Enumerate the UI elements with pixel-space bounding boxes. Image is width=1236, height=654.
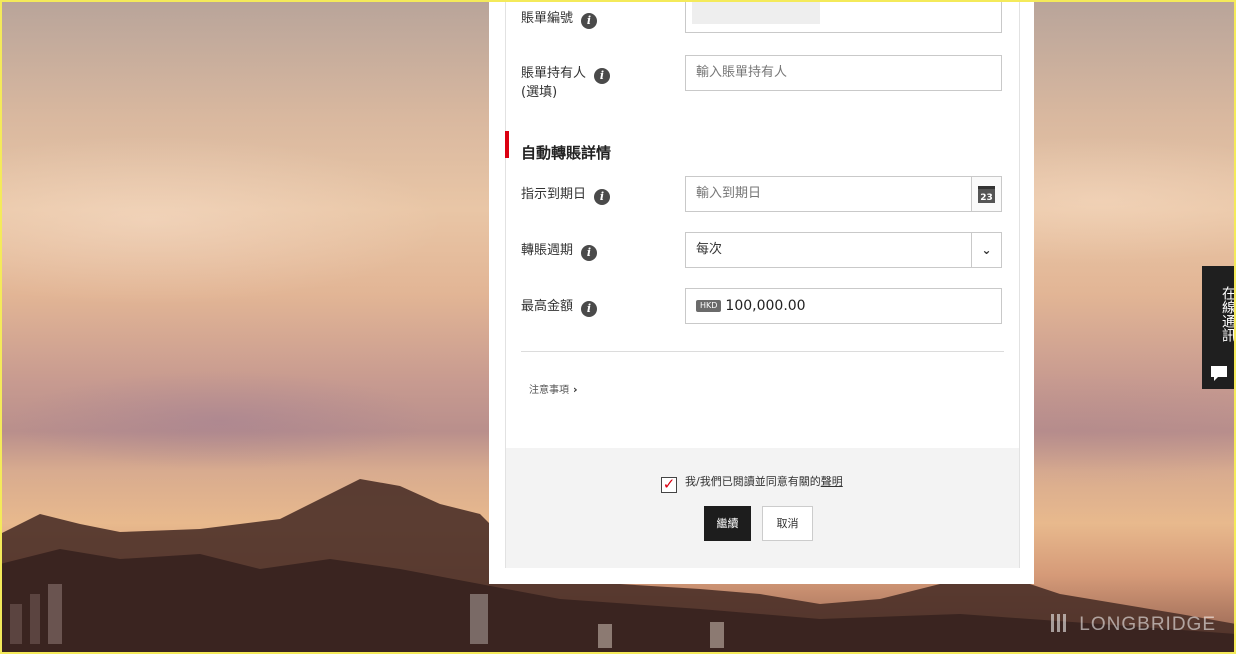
bill-number-label: 賬單編號 i — [521, 10, 598, 29]
info-icon[interactable]: i — [581, 301, 598, 317]
bill-number-field[interactable] — [685, 0, 1002, 33]
live-chat-tab[interactable]: 在線通訊 — [1202, 266, 1236, 389]
chat-bubble-icon — [1211, 366, 1227, 381]
chevron-right-icon: › — [573, 383, 578, 396]
notice-link-text: 注意事項 — [529, 385, 569, 396]
section-accent-bar — [505, 131, 509, 158]
max-amount-row: 最高金額 i HKD 100,000.00 — [521, 288, 1002, 324]
max-amount-label-text: 最高金額 — [521, 299, 574, 314]
calendar-button[interactable]: 23 — [971, 177, 1001, 211]
watermark: LONGBRIDGE — [1051, 614, 1216, 636]
max-amount-value: 100,000.00 — [725, 298, 806, 314]
frequency-row: 轉賬週期 i 每次 ⌄ — [521, 232, 1002, 268]
bill-number-label-text: 賬單編號 — [521, 11, 574, 26]
max-amount-label: 最高金額 i — [521, 298, 598, 317]
bill-holder-row: 賬單持有人 i (選填) 輸入賬單持有人 — [521, 55, 1002, 115]
live-chat-label: 在線通訊 — [1220, 286, 1236, 342]
bill-holder-label-text: 賬單持有人 — [521, 66, 587, 81]
agree-text: 我/我們已閱讀並同意有關的 — [685, 475, 821, 488]
frequency-label-text: 轉賬週期 — [521, 243, 574, 258]
bill-holder-label: 賬單持有人 i (選填) — [521, 65, 611, 102]
agreement: ✓ 我/我們已閱讀並同意有關的聲明 — [661, 473, 843, 493]
form-panel: 賬單編號 i 賬單持有人 i (選填) 輸入賬單持有人 自動轉賬詳情 指示到期日 i … — [489, 0, 1034, 584]
frequency-value: 每次 — [696, 242, 723, 257]
info-icon[interactable]: i — [594, 68, 611, 84]
due-date-placeholder: 輸入到期日 — [696, 186, 762, 201]
section-title: 自動轉賬詳情 — [521, 144, 612, 162]
cancel-button[interactable]: 取消 — [762, 506, 813, 541]
info-icon[interactable]: i — [594, 189, 611, 205]
due-date-label: 指示到期日 i — [521, 186, 611, 205]
watermark-logo-icon — [1051, 614, 1074, 632]
max-amount-input[interactable]: HKD 100,000.00 — [685, 288, 1002, 324]
dropdown-toggle[interactable]: ⌄ — [971, 233, 1001, 267]
continue-button[interactable]: 繼續 — [704, 506, 751, 541]
notice-link[interactable]: 注意事項 › — [529, 381, 578, 396]
bill-number-value-masked — [692, 0, 820, 24]
bill-number-row: 賬單編號 i — [521, 0, 1002, 40]
bill-holder-input[interactable]: 輸入賬單持有人 — [685, 55, 1002, 91]
due-date-input[interactable]: 輸入到期日 23 — [685, 176, 1002, 212]
chevron-down-icon: ⌄ — [981, 243, 992, 257]
due-date-row: 指示到期日 i 輸入到期日 23 — [521, 176, 1002, 212]
due-date-label-text: 指示到期日 — [521, 187, 587, 202]
frequency-select[interactable]: 每次 ⌄ — [685, 232, 1002, 268]
frequency-label: 轉賬週期 i — [521, 242, 598, 261]
form-footer: ✓ 我/我們已閱讀並同意有關的聲明 繼續 取消 — [506, 448, 1019, 568]
calendar-icon: 23 — [978, 185, 995, 203]
optional-note: (選填) — [521, 85, 558, 100]
currency-badge: HKD — [696, 300, 722, 312]
info-icon[interactable]: i — [581, 13, 598, 29]
watermark-text: LONGBRIDGE — [1079, 614, 1216, 635]
divider — [521, 351, 1004, 352]
declaration-link[interactable]: 聲明 — [821, 475, 843, 488]
bill-holder-placeholder: 輸入賬單持有人 — [696, 65, 788, 80]
info-icon[interactable]: i — [581, 245, 598, 261]
agree-checkbox[interactable]: ✓ — [661, 477, 677, 493]
